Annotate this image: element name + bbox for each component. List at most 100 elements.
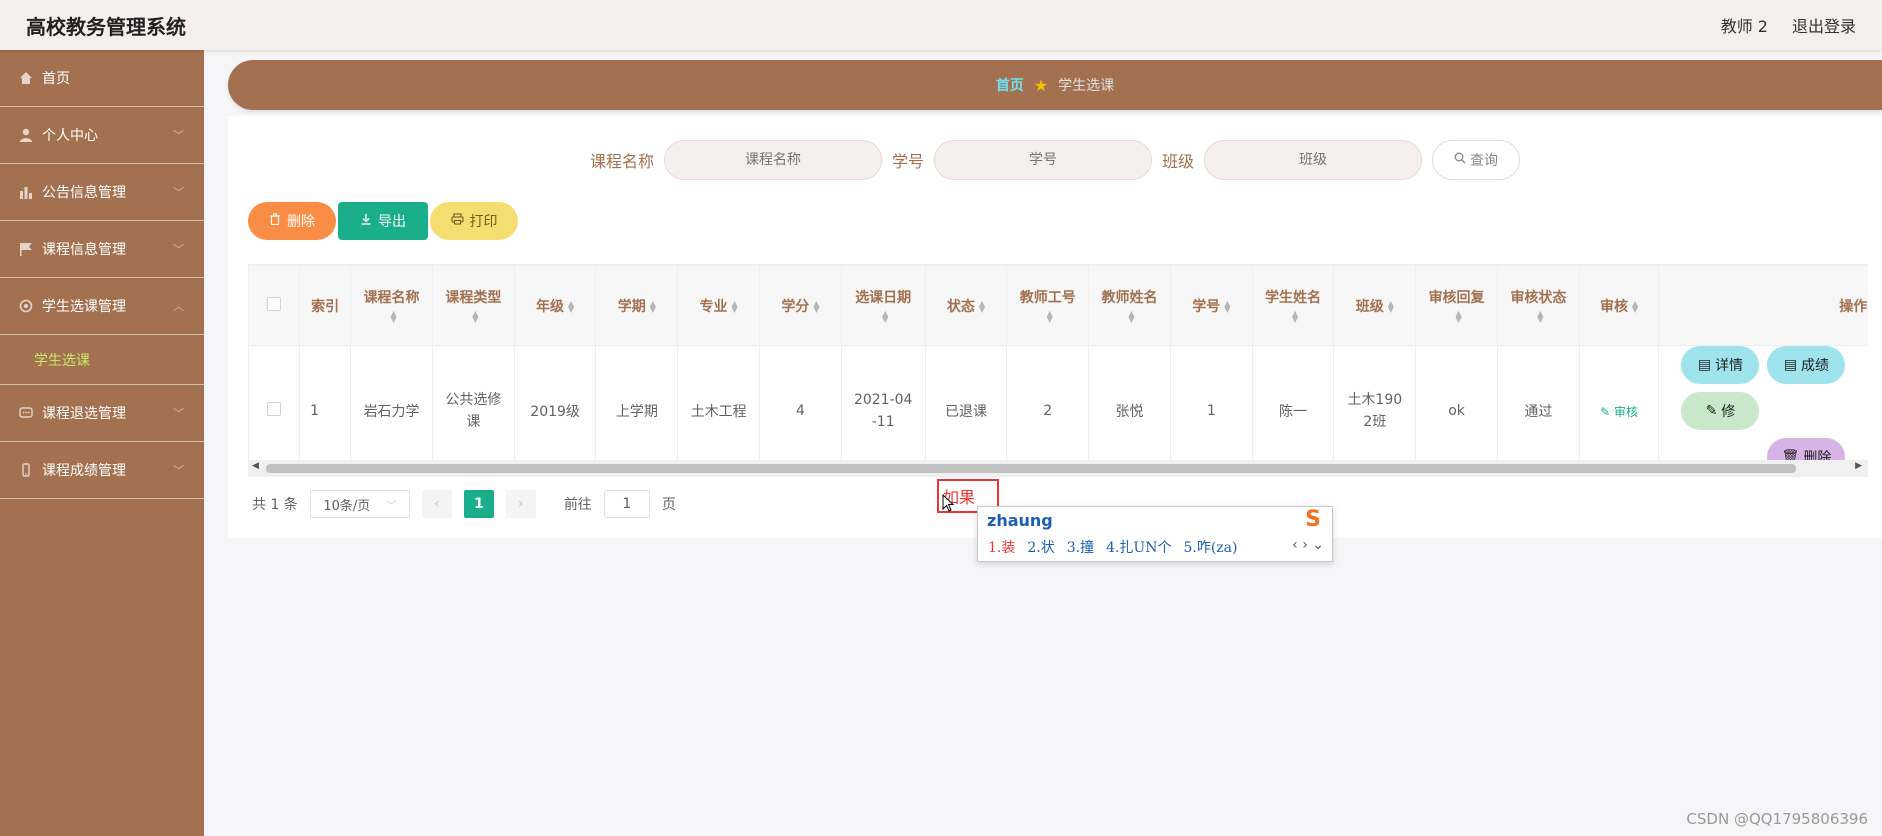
column-header[interactable]: 教师姓名 ▲ ▼ <box>1088 265 1171 346</box>
sidebar-item-profile[interactable]: 个人中心 ﹀ <box>0 107 204 164</box>
sidebar-item-home[interactable]: 首页 <box>0 50 204 107</box>
horizontal-scrollbar[interactable]: ◀ ▶ <box>248 460 1868 476</box>
goto-page-input[interactable]: 1 <box>603 490 650 518</box>
current-user[interactable]: 教师 2 <box>1721 13 1768 37</box>
action-toolbar: 删除 导出 打印 <box>248 202 518 240</box>
row-checkbox[interactable] <box>267 402 282 416</box>
sidebar-item-label: 学生选课管理 <box>42 299 126 315</box>
sort-icon: ▲ ▼ <box>1224 298 1231 314</box>
sort-icon: ▲ ▼ <box>472 308 479 324</box>
chevron-left-icon: ‹ <box>434 496 440 512</box>
table-row: 1 岩石力学 公共选修课 2019级 上学期 土木工程 4 2021-04-11… <box>248 345 1868 477</box>
watermark: CSDN @QQ1795806396 <box>1686 810 1868 828</box>
cell-grade: 2019级 <box>513 345 597 477</box>
cell-teacher-name: 张悦 <box>1088 345 1171 477</box>
chevron-down-icon: ﹀ <box>173 186 184 199</box>
column-header[interactable]: 选课日期 ▲ ▼ <box>840 265 926 346</box>
course-name-input[interactable] <box>663 140 882 180</box>
column-header[interactable]: 审核回复 ▲ ▼ <box>1415 265 1498 346</box>
ime-candidate[interactable]: 3.撞 <box>1067 537 1094 557</box>
breadcrumb-current: 学生选课 <box>1058 78 1115 94</box>
sidebar-item-withdraw[interactable]: 课程退选管理 ﹀ <box>0 385 204 442</box>
ime-candidate[interactable]: 5.咋(za) <box>1183 537 1237 557</box>
sidebar-item-label: 公告信息管理 <box>42 185 126 201</box>
select-all-cell[interactable] <box>248 265 301 346</box>
course-name-label: 课程名称 <box>589 152 654 171</box>
column-header[interactable]: 课程类型 ▲ ▼ <box>431 265 515 346</box>
edit-button[interactable]: ✎ 修 <box>1681 392 1760 430</box>
batch-delete-button[interactable]: 删除 <box>248 202 336 240</box>
column-header[interactable]: 教师工号 ▲ ▼ <box>1006 265 1090 346</box>
select-all-checkbox[interactable] <box>267 296 282 311</box>
class-input[interactable] <box>1204 140 1423 180</box>
student-id-input[interactable] <box>934 140 1152 180</box>
star-icon: ★ <box>1033 75 1049 95</box>
sort-icon: ▲ ▼ <box>882 308 889 324</box>
column-header[interactable]: 学生姓名 ▲ ▼ <box>1251 265 1335 346</box>
page-size-value: 10条/页 <box>323 498 371 514</box>
chevron-down-icon: ﹀ <box>173 464 184 477</box>
edit-icon: ✎ <box>1705 403 1718 419</box>
export-label: 导出 <box>378 214 406 230</box>
breadcrumb: 首页 ★ 学生选课 <box>228 60 1882 110</box>
student-id-label: 学号 <box>891 152 924 171</box>
score-button[interactable]: ▤ 成绩 <box>1767 346 1846 384</box>
scroll-left-icon[interactable]: ◀ <box>252 461 259 471</box>
audit-link[interactable]: ✎ 审核 <box>1600 405 1638 419</box>
column-header[interactable]: 学分 ▲ ▼ <box>759 265 842 346</box>
message-icon <box>18 405 34 421</box>
detail-button[interactable]: ▤ 详情 <box>1681 346 1760 384</box>
sort-icon: ▲ ▼ <box>731 298 738 314</box>
top-bar: 高校教务管理系统 教师 2 退出登录 <box>0 0 1882 50</box>
ime-candidate[interactable]: 4.扎UN个 <box>1106 537 1171 557</box>
ime-candidate[interactable]: 1.装 <box>988 537 1015 557</box>
batch-delete-label: 删除 <box>287 214 315 230</box>
chart-icon <box>18 184 34 200</box>
column-header[interactable]: 审核状态 ▲ ▼ <box>1496 265 1580 346</box>
column-header: 索引 <box>299 265 352 346</box>
cell-major: 土木工程 <box>677 345 761 477</box>
column-header[interactable]: 班级 ▲ ▼ <box>1333 265 1417 346</box>
search-icon <box>1454 152 1466 168</box>
next-page-button[interactable]: › <box>505 490 536 518</box>
sidebar-item-score[interactable]: 课程成绩管理 ﹀ <box>0 442 204 499</box>
search-form: 课程名称 学号 班级 查询 <box>228 140 1882 180</box>
chevron-down-icon: ﹀ <box>386 500 397 512</box>
sidebar-item-course[interactable]: 课程信息管理 ﹀ <box>0 221 204 278</box>
print-button[interactable]: 打印 <box>430 202 518 240</box>
column-header[interactable]: 课程名称 ▲ ▼ <box>350 265 433 346</box>
column-header[interactable]: 审核 ▲ ▼ <box>1578 265 1660 346</box>
scroll-right-icon[interactable]: ▶ <box>1855 461 1862 471</box>
sidebar-item-selection[interactable]: 学生选课管理 ︿ <box>0 278 204 335</box>
sidebar-subitem-student-selection[interactable]: 学生选课 <box>0 335 204 385</box>
cell-operations: ▤ 详情 ▤ 成绩 ✎ 修 🗑 删除 <box>1658 345 1868 477</box>
column-header[interactable]: 学期 ▲ ▼ <box>595 265 679 346</box>
flag-icon <box>18 241 34 257</box>
sidebar-item-label: 课程退选管理 <box>42 406 126 422</box>
column-header[interactable]: 学号 ▲ ▼ <box>1169 265 1253 346</box>
sidebar-item-notice[interactable]: 公告信息管理 ﹀ <box>0 164 204 221</box>
row-select-cell[interactable] <box>248 345 301 477</box>
pagination: 共 1 条 10条/页 ﹀ ‹ 1 › 前往 1 页 <box>252 490 676 518</box>
chevron-down-icon: ﹀ <box>173 243 184 256</box>
cell-reply: ok <box>1415 345 1498 477</box>
ime-candidate[interactable]: 2.状 <box>1027 537 1054 557</box>
column-header[interactable]: 年级 ▲ ▼ <box>513 265 597 346</box>
page-number-current[interactable]: 1 <box>463 490 494 518</box>
export-button[interactable]: 导出 <box>338 202 428 240</box>
user-icon <box>18 127 34 143</box>
column-header[interactable]: 状态 ▲ ▼ <box>924 265 1008 346</box>
sogou-logo-icon: S <box>1305 507 1321 532</box>
prev-page-button[interactable]: ‹ <box>421 490 452 518</box>
breadcrumb-home[interactable]: 首页 <box>996 75 1024 95</box>
ime-page-nav-icon[interactable]: ‹ › ⌄ <box>1292 537 1324 553</box>
sort-icon: ▲ ▼ <box>1632 298 1639 314</box>
logout-link[interactable]: 退出登录 <box>1792 13 1856 37</box>
column-header[interactable]: 专业 ▲ ▼ <box>677 265 761 346</box>
chevron-down-icon: ﹀ <box>173 129 184 142</box>
scrollbar-thumb[interactable] <box>266 464 1796 473</box>
sort-icon: ▲ ▼ <box>1291 308 1299 324</box>
search-button-label: 查询 <box>1470 153 1499 169</box>
page-size-select[interactable]: 10条/页 ﹀ <box>309 490 410 518</box>
search-button[interactable]: 查询 <box>1432 140 1521 180</box>
